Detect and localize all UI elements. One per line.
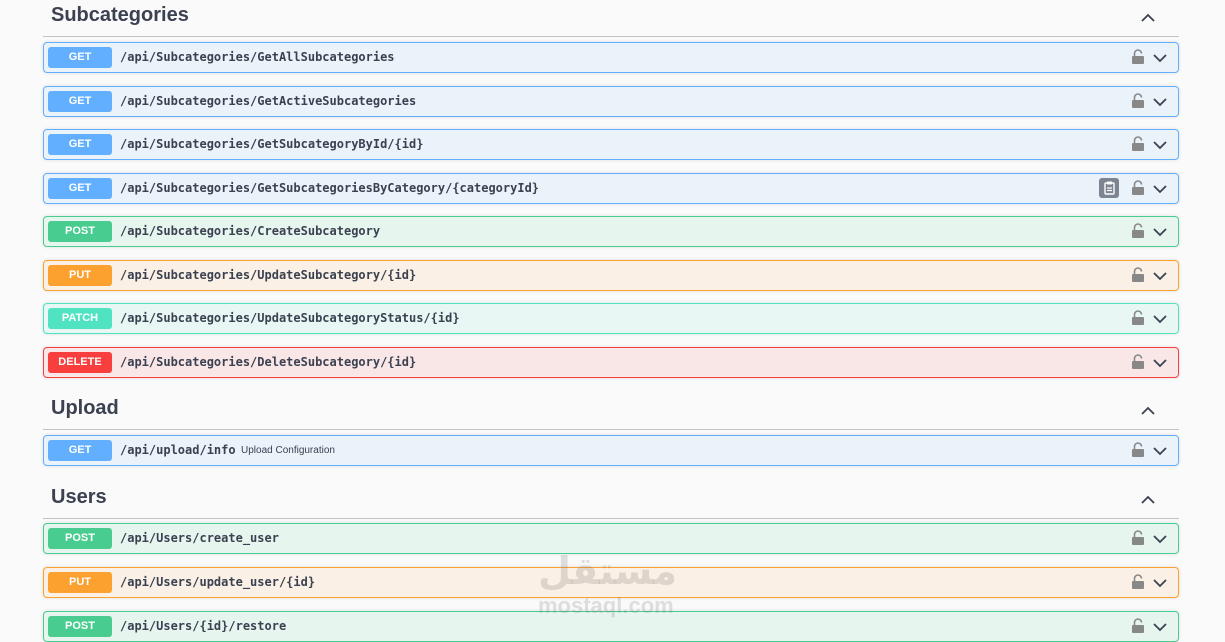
- method-badge: POST: [48, 528, 112, 549]
- chevron-down-icon[interactable]: [1152, 311, 1168, 327]
- chevron-down-icon[interactable]: [1152, 224, 1168, 240]
- chevron-down-icon[interactable]: [1152, 355, 1168, 371]
- endpoint-path: /api/upload/info: [120, 443, 236, 457]
- method-badge: POST: [48, 221, 112, 242]
- lock-icon[interactable]: [1131, 530, 1145, 546]
- chevron-down-icon[interactable]: [1152, 531, 1168, 547]
- chevron-down-icon[interactable]: [1152, 50, 1168, 66]
- section-header-upload[interactable]: Upload: [43, 393, 1179, 430]
- endpoint-path: /api/Subcategories/GetActiveSubcategorie…: [120, 94, 417, 108]
- chevron-down-icon[interactable]: [1152, 619, 1168, 635]
- endpoint-path: /api/Subcategories/GetSubcategoryById/{i…: [120, 137, 424, 151]
- method-badge: GET: [48, 134, 112, 155]
- endpoint-summary: Upload Configuration: [241, 445, 335, 456]
- chevron-up-icon[interactable]: [1139, 9, 1157, 27]
- method-badge: PUT: [48, 572, 112, 593]
- operation-row[interactable]: GET /api/Subcategories/GetAllSubcategori…: [43, 42, 1179, 73]
- lock-icon[interactable]: [1131, 354, 1145, 370]
- method-badge: PUT: [48, 265, 112, 286]
- endpoint-path: /api/Subcategories/CreateSubcategory: [120, 224, 381, 238]
- chevron-down-icon[interactable]: [1152, 181, 1168, 197]
- lock-icon[interactable]: [1131, 93, 1145, 109]
- endpoint-path: /api/Users/update_user/{id}: [120, 575, 316, 589]
- section-header-users[interactable]: Users: [43, 482, 1179, 519]
- method-badge: GET: [48, 91, 112, 112]
- lock-icon[interactable]: [1131, 49, 1145, 65]
- method-badge: GET: [48, 47, 112, 68]
- method-badge: PATCH: [48, 308, 112, 329]
- endpoint-path: /api/Users/create_user: [120, 531, 279, 545]
- section-title: Users: [51, 486, 107, 508]
- chevron-up-icon[interactable]: [1139, 491, 1157, 509]
- operation-row[interactable]: GET /api/Subcategories/GetSubcategoriesB…: [43, 173, 1179, 204]
- endpoint-path: /api/Subcategories/UpdateSubcategoryStat…: [120, 311, 460, 325]
- section-subcategories: Subcategories GET /api/Subcategories/Get…: [43, 0, 1179, 378]
- operation-row[interactable]: GET /api/Subcategories/GetSubcategoryByI…: [43, 129, 1179, 160]
- method-badge: GET: [48, 440, 112, 461]
- operation-row[interactable]: POST /api/Subcategories/CreateSubcategor…: [43, 216, 1179, 247]
- lock-icon[interactable]: [1131, 442, 1145, 458]
- lock-icon[interactable]: [1131, 136, 1145, 152]
- operation-row[interactable]: DELETE /api/Subcategories/DeleteSubcateg…: [43, 347, 1179, 378]
- method-badge: DELETE: [48, 352, 112, 373]
- operation-row[interactable]: POST /api/Users/{id}/restore: [43, 611, 1179, 642]
- operation-row[interactable]: POST /api/Users/create_user: [43, 523, 1179, 554]
- section-header-subcategories[interactable]: Subcategories: [43, 0, 1179, 37]
- operation-row[interactable]: PUT /api/Users/update_user/{id}: [43, 567, 1179, 598]
- lock-icon[interactable]: [1131, 223, 1145, 239]
- operation-row[interactable]: GET /api/upload/info Upload Configuratio…: [43, 435, 1179, 466]
- chevron-down-icon[interactable]: [1152, 268, 1168, 284]
- chevron-down-icon[interactable]: [1152, 94, 1168, 110]
- method-badge: GET: [48, 178, 112, 199]
- section-title: Upload: [51, 397, 119, 419]
- clipboard-copy-icon[interactable]: [1099, 178, 1119, 198]
- lock-icon[interactable]: [1131, 574, 1145, 590]
- operation-row[interactable]: PATCH /api/Subcategories/UpdateSubcatego…: [43, 303, 1179, 334]
- method-badge: POST: [48, 616, 112, 637]
- lock-icon[interactable]: [1131, 267, 1145, 283]
- operation-row[interactable]: PUT /api/Subcategories/UpdateSubcategory…: [43, 260, 1179, 291]
- endpoint-path: /api/Subcategories/GetAllSubcategories: [120, 50, 395, 64]
- chevron-down-icon[interactable]: [1152, 575, 1168, 591]
- lock-icon[interactable]: [1131, 310, 1145, 326]
- chevron-down-icon[interactable]: [1152, 443, 1168, 459]
- chevron-down-icon[interactable]: [1152, 137, 1168, 153]
- section-users: Users POST /api/Users/create_user PUT /a…: [43, 482, 1179, 642]
- chevron-up-icon[interactable]: [1139, 402, 1157, 420]
- operation-row[interactable]: GET /api/Subcategories/GetActiveSubcateg…: [43, 86, 1179, 117]
- endpoint-path: /api/Subcategories/DeleteSubcategory/{id…: [120, 355, 417, 369]
- section-upload: Upload GET /api/upload/info Upload Confi…: [43, 393, 1179, 466]
- endpoint-path: /api/Users/{id}/restore: [120, 619, 287, 633]
- lock-icon[interactable]: [1131, 180, 1145, 196]
- section-title: Subcategories: [51, 4, 189, 26]
- lock-icon[interactable]: [1131, 618, 1145, 634]
- endpoint-path: /api/Subcategories/UpdateSubcategory/{id…: [120, 268, 417, 282]
- endpoint-path: /api/Subcategories/GetSubcategoriesByCat…: [120, 181, 540, 195]
